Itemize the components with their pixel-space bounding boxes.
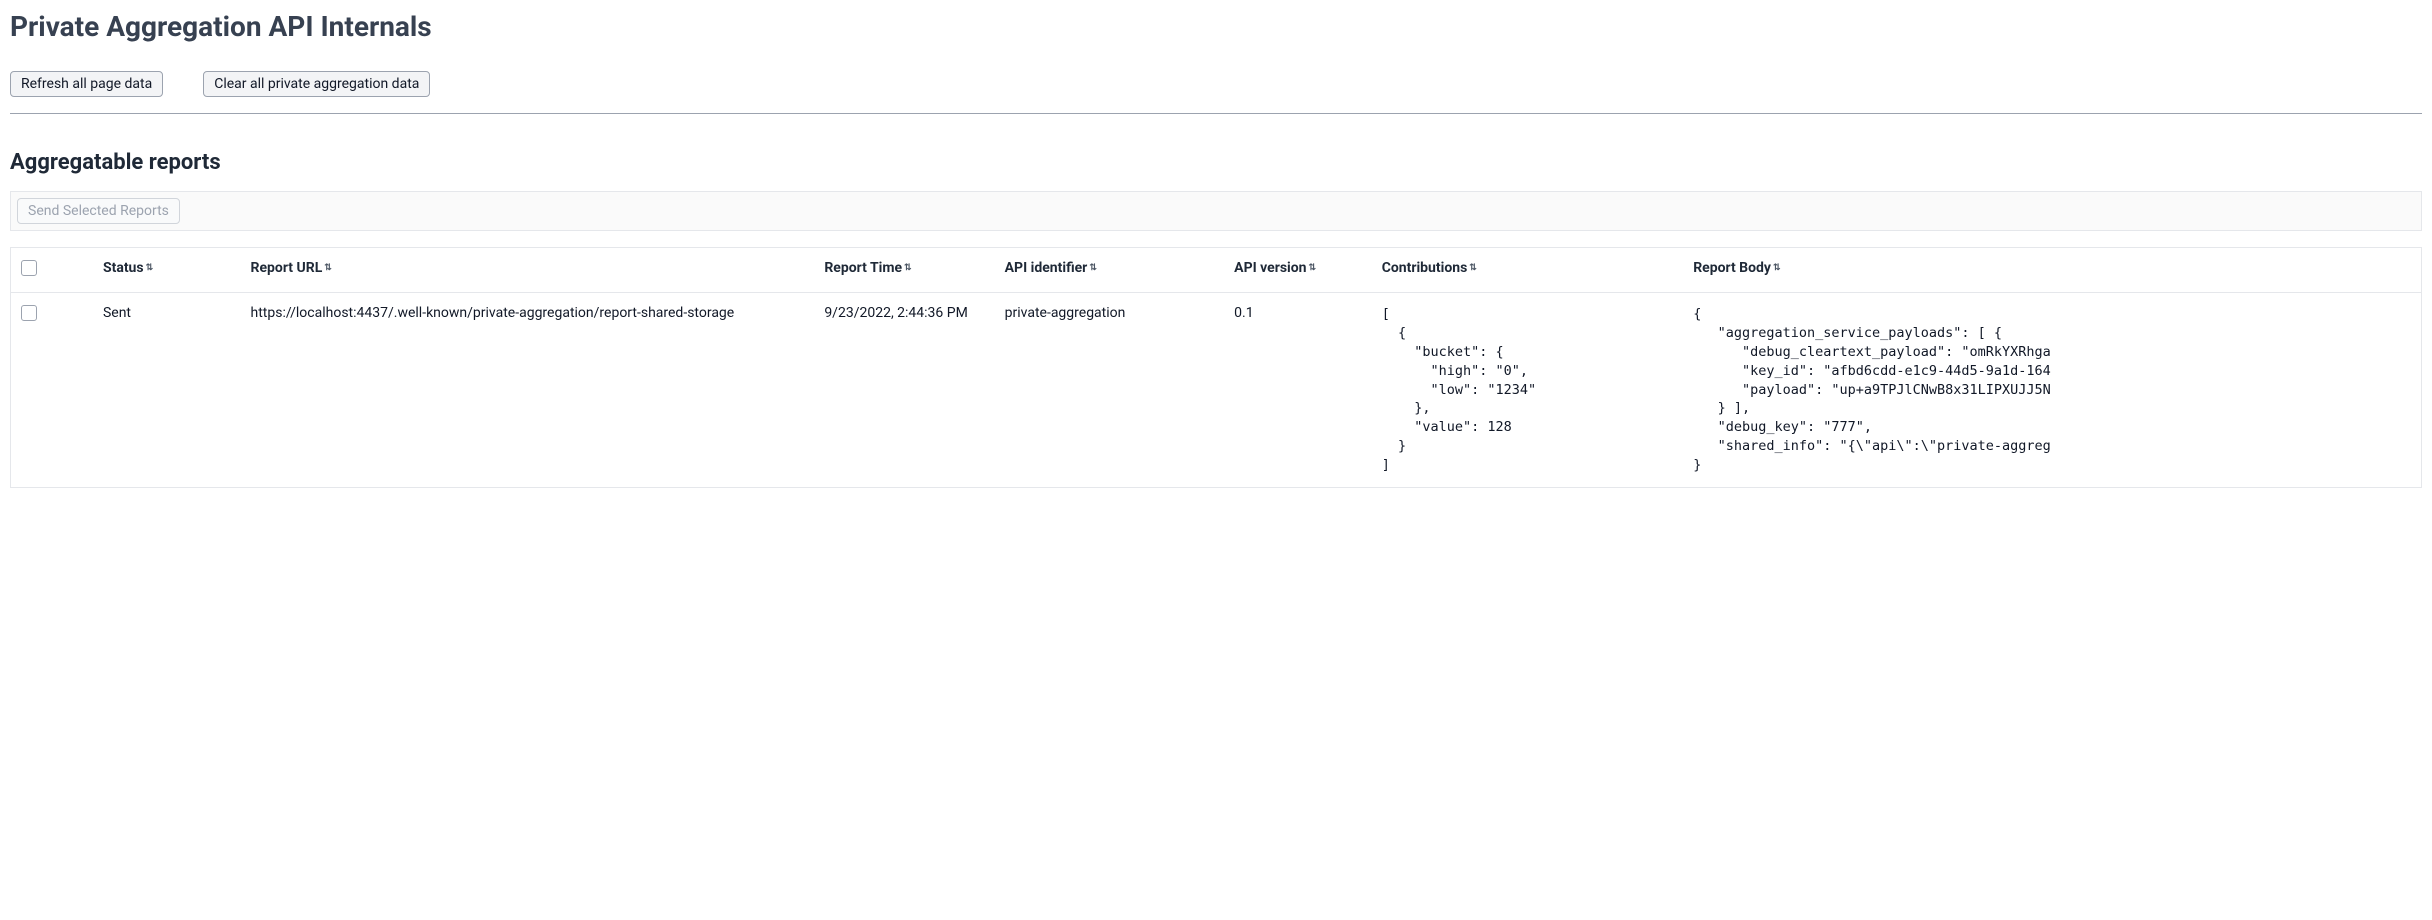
table-row: Sent https://localhost:4437/.well-known/… [11,293,2421,488]
sort-icon: ⇅ [1773,264,1779,272]
divider [10,113,2422,114]
sort-icon: ⇅ [1089,264,1095,272]
column-header-api-identifier[interactable]: API identifier⇅ [995,248,1225,293]
cell-status: Sent [93,293,241,488]
column-header-report-url[interactable]: Report URL⇅ [241,248,815,293]
cell-report-body: { "aggregation_service_payloads": [ { "d… [1683,293,2421,488]
top-button-row: Refresh all page data Clear all private … [10,71,2422,97]
reports-table: Status⇅ Report URL⇅ Report Time⇅ API ide… [11,248,2421,487]
column-label-status: Status [103,260,144,276]
page-title: Private Aggregation API Internals [10,10,2422,43]
reports-table-wrapper: Status⇅ Report URL⇅ Report Time⇅ API ide… [10,247,2422,488]
column-header-api-version[interactable]: API version⇅ [1224,248,1372,293]
column-header-report-time[interactable]: Report Time⇅ [814,248,994,293]
report-body-json: { "aggregation_service_payloads": [ { "d… [1693,305,2411,475]
column-label-report-time: Report Time [824,260,902,276]
column-header-report-body[interactable]: Report Body⇅ [1683,248,2421,293]
refresh-button[interactable]: Refresh all page data [10,71,163,97]
cell-api-version: 0.1 [1224,293,1372,488]
sort-icon: ⇅ [324,264,330,272]
section-toolbar: Send Selected Reports [10,191,2422,231]
sort-icon: ⇅ [1469,264,1475,272]
column-label-contributions: Contributions [1382,260,1468,276]
section-heading-aggregatable-reports: Aggregatable reports [10,150,2422,175]
column-label-report-url: Report URL [251,260,323,276]
select-all-checkbox[interactable] [21,260,37,276]
sort-icon: ⇅ [1309,264,1315,272]
cell-contributions: [ { "bucket": { "high": "0", "low": "123… [1372,293,1683,488]
contributions-json: [ { "bucket": { "high": "0", "low": "123… [1382,305,1673,475]
column-label-api-version: API version [1234,260,1306,276]
sort-icon: ⇅ [904,264,910,272]
column-label-api-identifier: API identifier [1005,260,1088,276]
cell-report-time: 9/23/2022, 2:44:36 PM [814,293,994,488]
cell-api-identifier: private-aggregation [995,293,1225,488]
column-header-status[interactable]: Status⇅ [93,248,241,293]
cell-report-url: https://localhost:4437/.well-known/priva… [241,293,815,488]
send-selected-reports-button[interactable]: Send Selected Reports [17,198,180,224]
sort-icon: ⇅ [146,264,152,272]
column-header-checkbox [11,248,93,293]
column-label-report-body: Report Body [1693,260,1771,276]
clear-button[interactable]: Clear all private aggregation data [203,71,430,97]
row-select-checkbox[interactable] [21,305,37,321]
column-header-contributions[interactable]: Contributions⇅ [1372,248,1683,293]
